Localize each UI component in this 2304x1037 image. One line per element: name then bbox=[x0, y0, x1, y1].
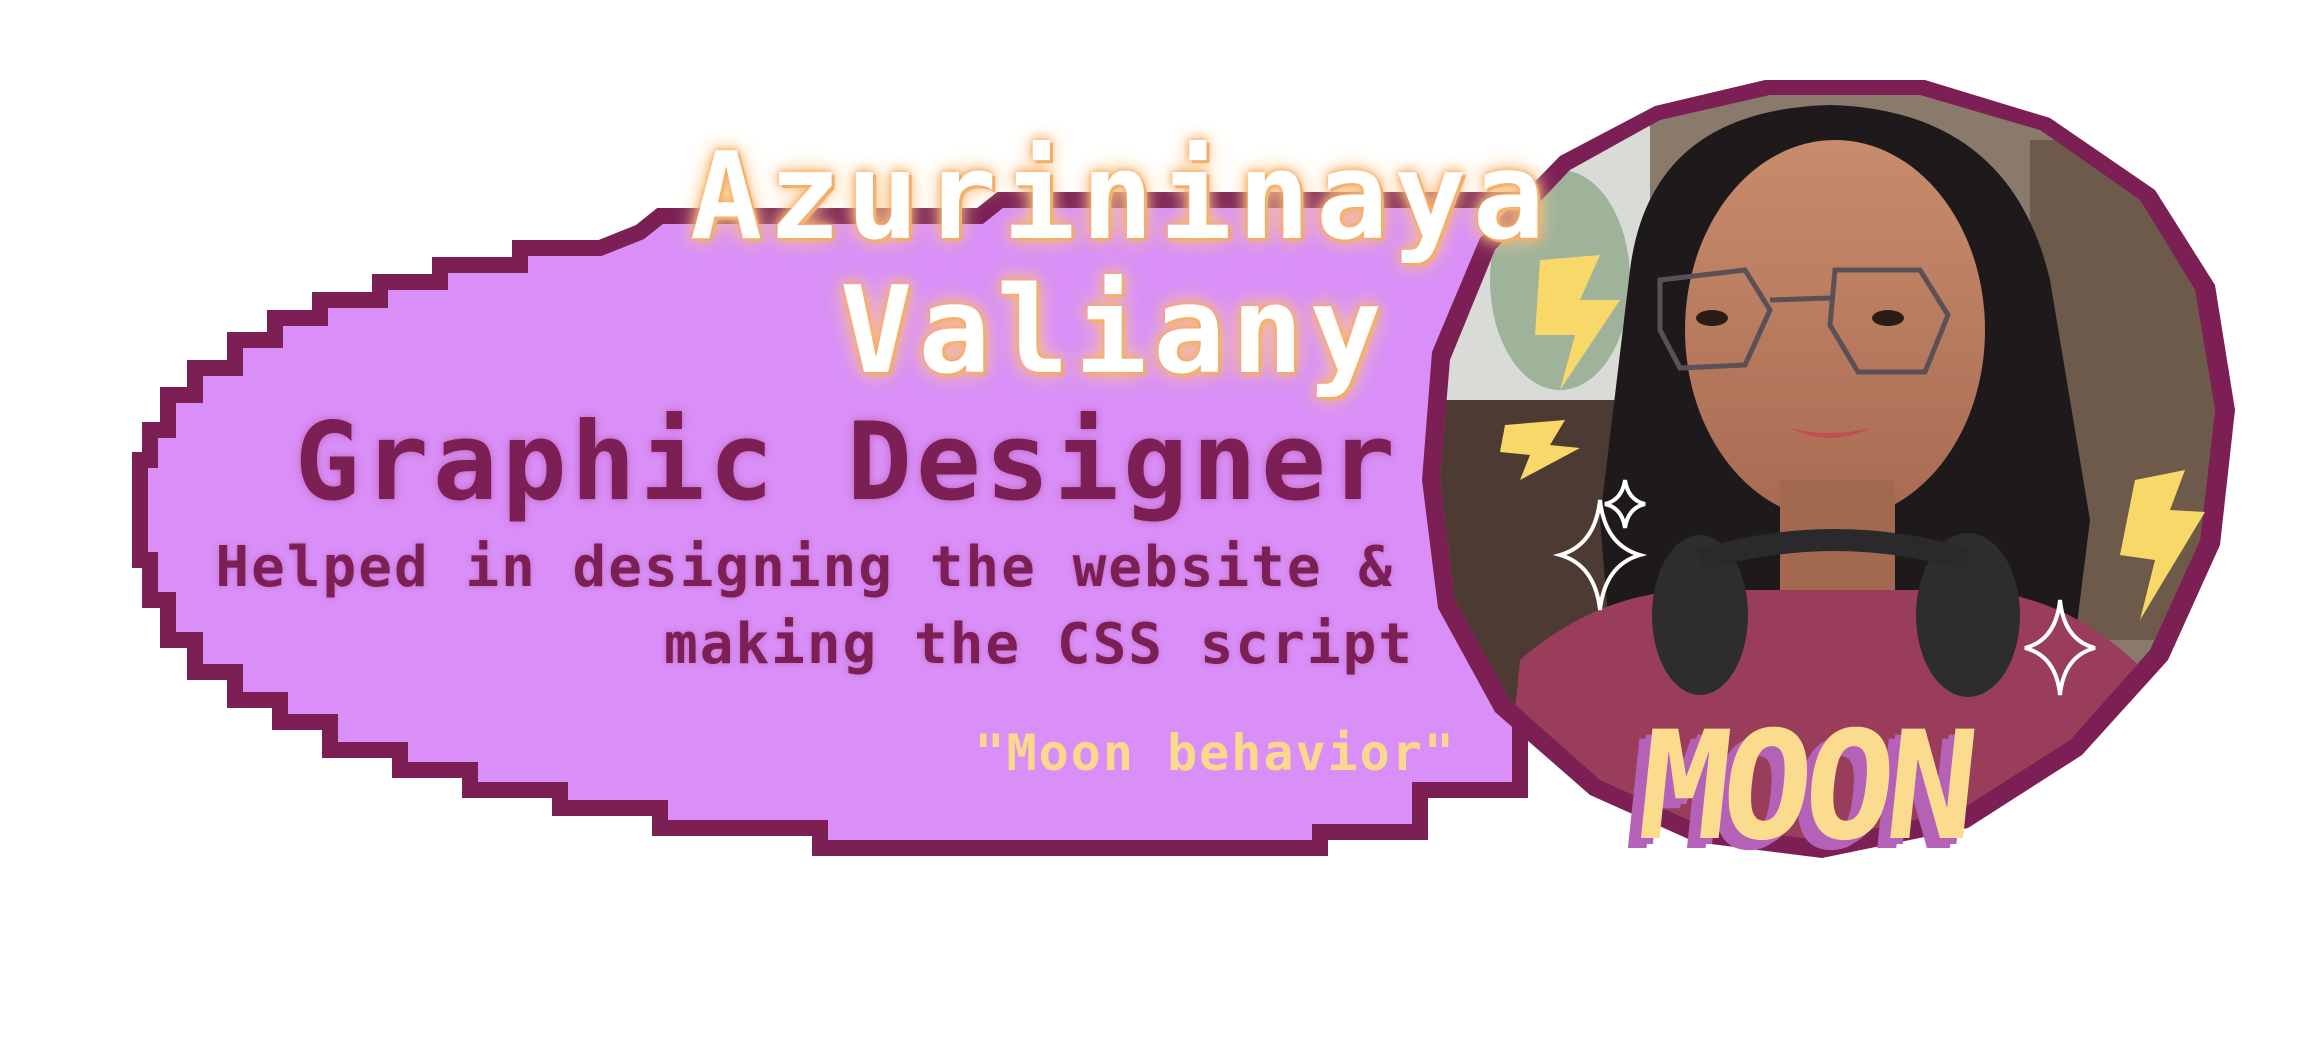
nickname-logo: MOON bbox=[1630, 700, 1979, 874]
name-second-line: Valiany bbox=[840, 262, 1388, 401]
description-line-2: making the CSS script bbox=[663, 612, 1414, 677]
quote-text: "Moon behavior" bbox=[974, 724, 1456, 782]
name-first-line: Azurininaya bbox=[690, 128, 1551, 267]
job-title: Graphic Designer bbox=[294, 400, 1399, 525]
description-line-1: Helped in designing the website & bbox=[215, 535, 1394, 600]
